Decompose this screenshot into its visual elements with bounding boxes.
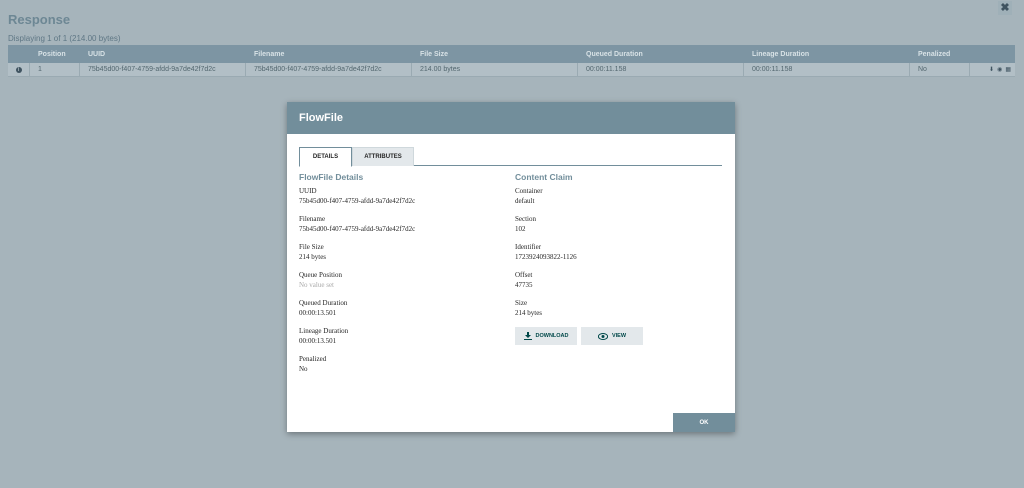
eye-icon[interactable]: ◉ [997, 66, 1002, 73]
page-title: Response [8, 12, 71, 27]
field-offset: Offset 47735 [515, 271, 715, 290]
field-label: Queue Position [299, 271, 342, 279]
field-section: Section 102 [515, 215, 715, 234]
ok-button[interactable]: OK [673, 413, 735, 432]
field-label: Section [515, 215, 536, 223]
field-filename: Filename 75b45d00-f407-4759-afdd-9a7de42… [299, 215, 499, 234]
field-value: 75b45d00-f407-4759-afdd-9a7de42f7d2c [299, 197, 416, 205]
flowfile-table: Position UUID Filename File Size Queued … [8, 45, 1015, 77]
field-value: 1723924093822-1126 [515, 253, 577, 261]
field-value: 75b45d00-f407-4759-afdd-9a7de42f7d2c [299, 225, 416, 233]
tab-bar: DETAILS ATTRIBUTES [299, 147, 722, 167]
field-value: No value set [299, 281, 334, 289]
field-label: Filename [299, 215, 326, 223]
dialog-title: FlowFile [287, 102, 735, 134]
field-value: 00:00:13.501 [299, 309, 337, 317]
close-icon[interactable]: ✖ [998, 1, 1012, 15]
field-container: Container default [515, 187, 715, 206]
cell-lineage-duration: 00:00:11.158 [744, 63, 910, 76]
cell-filename: 75b45d00-f407-4759-afdd-9a7de42f7d2c [246, 63, 412, 76]
field-label: Size [515, 299, 528, 307]
tab-details[interactable]: DETAILS [299, 147, 352, 167]
download-label: DOWNLOAD [535, 333, 569, 339]
eye-icon [597, 332, 608, 340]
content-actions: DOWNLOAD VIEW [515, 327, 715, 345]
content-claim-section: Content Claim Container default Section … [515, 172, 715, 345]
flowfile-details-section: FlowFile Details UUID 75b45d00-f407-4759… [299, 172, 499, 383]
column-header-queued-duration[interactable]: Queued Duration [578, 45, 744, 63]
view-button[interactable]: VIEW [581, 327, 643, 345]
flowfile-dialog: FlowFile DETAILS ATTRIBUTES FlowFile Det… [287, 102, 735, 432]
field-uuid: UUID 75b45d00-f407-4759-afdd-9a7de42f7d2… [299, 187, 499, 206]
column-header-filename[interactable]: Filename [246, 45, 412, 63]
field-value: 102 [515, 225, 526, 233]
cell-position: 1 [30, 63, 80, 76]
field-label: UUID [299, 187, 317, 195]
field-label: Penalized [299, 355, 327, 363]
info-icon[interactable]: i [15, 66, 22, 73]
field-file-size: File Size 214 bytes [299, 243, 499, 262]
column-header-file-size[interactable]: File Size [412, 45, 578, 63]
field-value: No [299, 365, 308, 373]
table-header: Position UUID Filename File Size Queued … [8, 45, 1015, 63]
view-label: VIEW [611, 333, 627, 339]
field-label: Container [515, 187, 543, 195]
field-identifier: Identifier 1723924093822-1126 [515, 243, 715, 262]
tab-attributes[interactable]: ATTRIBUTES [352, 147, 414, 166]
column-header-position[interactable]: Position [30, 45, 80, 63]
column-header-info [8, 45, 30, 63]
cell-queued-duration: 00:00:11.158 [578, 63, 744, 76]
field-queued-duration: Queued Duration 00:00:13.501 [299, 299, 499, 318]
field-label: Lineage Duration [299, 327, 349, 335]
listing-count: Displaying 1 of 1 (214.00 bytes) [8, 34, 121, 43]
table-row: i 1 75b45d00-f407-4759-afdd-9a7de42f7d2c… [8, 63, 1015, 77]
field-value: 00:00:13.501 [299, 337, 337, 345]
cell-uuid: 75b45d00-f407-4759-afdd-9a7de42f7d2c [80, 63, 246, 76]
cell-file-size: 214.00 bytes [412, 63, 578, 76]
cell-penalized: No [910, 63, 970, 76]
field-value: 47735 [515, 281, 533, 289]
column-header-penalized[interactable]: Penalized [910, 45, 970, 63]
field-label: Offset [515, 271, 533, 279]
field-penalized: Penalized No [299, 355, 499, 374]
field-value: default [515, 197, 535, 205]
provenance-icon[interactable]: ▦ [1005, 66, 1011, 73]
download-icon [523, 332, 532, 340]
section-heading: FlowFile Details [299, 172, 364, 182]
field-value: 214 bytes [299, 253, 327, 261]
field-lineage-duration: Lineage Duration 00:00:13.501 [299, 327, 499, 346]
field-label: Identifier [515, 243, 542, 251]
download-icon[interactable]: ⬇ [989, 66, 994, 73]
section-heading: Content Claim [515, 172, 573, 182]
column-header-lineage-duration[interactable]: Lineage Duration [744, 45, 910, 63]
field-label: Queued Duration [299, 299, 348, 307]
field-size: Size 214 bytes [515, 299, 715, 318]
field-value: 214 bytes [515, 309, 543, 317]
download-button[interactable]: DOWNLOAD [515, 327, 577, 345]
field-label: File Size [299, 243, 324, 251]
column-header-uuid[interactable]: UUID [80, 45, 246, 63]
column-header-actions [970, 45, 1015, 63]
field-queue-position: Queue Position No value set [299, 271, 499, 290]
